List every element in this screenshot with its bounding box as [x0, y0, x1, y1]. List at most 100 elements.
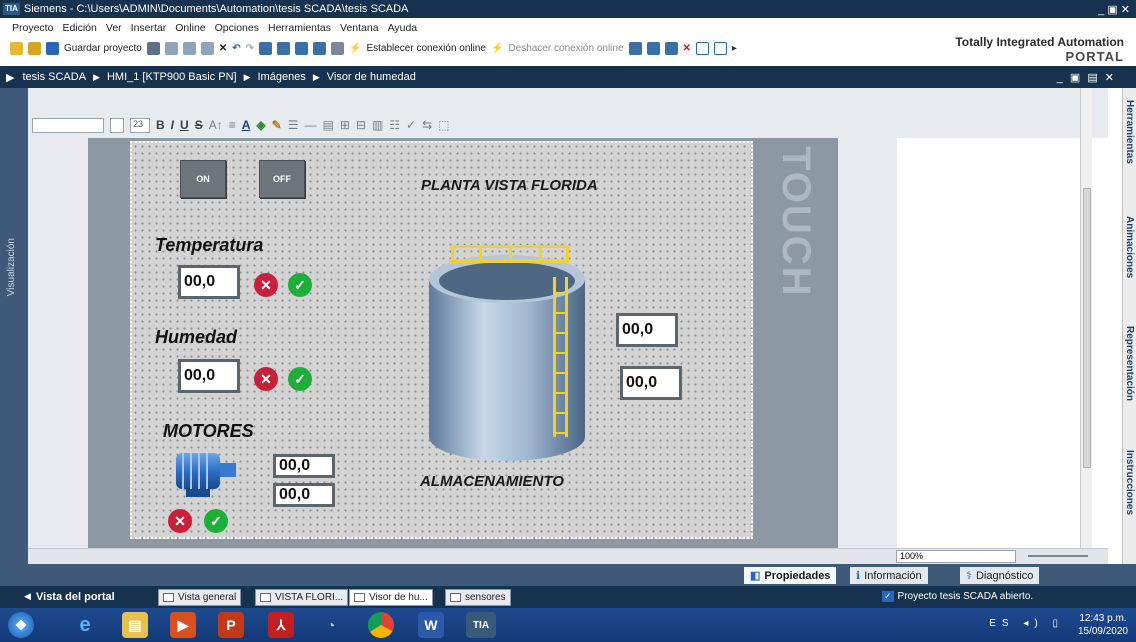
menu-online[interactable]: Online — [175, 22, 205, 34]
menu-edicion[interactable]: Edición — [62, 22, 96, 34]
powerpoint-icon[interactable]: P — [218, 612, 244, 638]
line-color-icon[interactable]: ✎ — [272, 118, 282, 132]
download-icon[interactable] — [277, 42, 290, 55]
tab-animaciones[interactable]: Animaciones — [1124, 216, 1135, 278]
back-arrow-icon[interactable]: ◀ — [24, 591, 31, 602]
editor-tab-vista-florida[interactable]: VISTA FLORI... — [255, 589, 349, 606]
menu-ver[interactable]: Ver — [106, 22, 122, 34]
italic-button[interactable]: I — [171, 118, 174, 132]
distribute-icon[interactable]: ⊟ — [356, 118, 366, 132]
arrange-icon[interactable]: ▤ — [322, 118, 333, 132]
temperatura-io-field[interactable]: 00,0 — [178, 265, 240, 299]
motor-io-field-1[interactable]: 00,0 — [273, 454, 335, 478]
tank-io-field-2[interactable]: 00,0 — [620, 366, 682, 400]
volume-icon[interactable]: ◂) — [1023, 618, 1043, 629]
connect-online-button[interactable]: Establecer conexión online — [366, 43, 486, 54]
menu-ventana[interactable]: Ventana — [340, 22, 379, 34]
portal-view-link[interactable]: Vista del portal — [36, 591, 115, 603]
bold-button[interactable]: B — [156, 118, 165, 132]
on-button[interactable]: ON — [180, 160, 226, 198]
off-button[interactable]: OFF — [259, 160, 305, 198]
format-painter-icon[interactable]: ✓ — [406, 118, 416, 132]
fill-color-icon[interactable]: ◈ — [256, 118, 265, 132]
group-icon[interactable]: ▥ — [372, 118, 383, 132]
tia-portal-taskbar-icon[interactable]: TIA — [466, 612, 496, 638]
line-width-icon[interactable]: — — [304, 118, 316, 132]
breadcrumb-folder[interactable]: Imágenes — [258, 71, 306, 83]
media-player-icon[interactable]: ▶ — [170, 612, 196, 638]
cross-reference-icon[interactable] — [646, 42, 660, 55]
breadcrumb-expand-icon[interactable]: ▶ — [6, 71, 14, 84]
save-icon[interactable] — [46, 42, 59, 55]
tab-herramientas[interactable]: Herramientas — [1124, 100, 1135, 164]
disconnect-online-icon[interactable]: ⚡ — [491, 43, 503, 54]
disconnect-online-button[interactable]: Deshacer conexión online — [508, 43, 623, 54]
layer-icon[interactable]: ☷ — [389, 118, 400, 132]
new-project-icon[interactable] — [10, 42, 23, 55]
hmi-screen-canvas[interactable]: ON OFF PLANTA VISTA FLORIDA Temperatura … — [130, 141, 753, 539]
breadcrumb-device[interactable]: HMI_1 [KTP900 Basic PN] — [107, 71, 237, 83]
print-icon[interactable] — [146, 42, 160, 55]
system-tray[interactable]: ES ◂) ▯ — [989, 618, 1064, 629]
simulate-icon[interactable] — [313, 42, 326, 55]
clock[interactable]: 12:43 p.m. 15/09/2020 — [1078, 612, 1128, 638]
menu-opciones[interactable]: Opciones — [215, 22, 259, 34]
word-icon[interactable]: W — [418, 612, 444, 638]
tab-propiedades[interactable]: ◧ Propiedades — [744, 567, 837, 584]
close-editor-icon[interactable]: ✕ — [683, 43, 691, 54]
accessible-devices-icon[interactable] — [628, 42, 642, 55]
undo-icon[interactable]: ↶ — [232, 43, 240, 54]
upload-icon[interactable] — [295, 42, 308, 55]
align-objects-icon[interactable]: ⊞ — [340, 118, 350, 132]
breadcrumb-project[interactable]: tesis SCADA — [22, 71, 86, 83]
window-controls[interactable]: _ ▣ ✕ — [1098, 3, 1136, 16]
internet-explorer-icon[interactable]: e — [72, 612, 98, 638]
font-family-select[interactable] — [32, 117, 104, 133]
paste-icon[interactable] — [200, 42, 214, 55]
humedad-io-field[interactable]: 00,0 — [178, 359, 240, 393]
more-tools-icon[interactable]: ▸ — [732, 43, 737, 54]
zoom-select[interactable]: 100% — [896, 550, 1016, 563]
underline-button[interactable]: U — [180, 118, 189, 132]
chrome-icon[interactable] — [368, 612, 394, 638]
motor-io-field-2[interactable]: 00,0 — [273, 483, 335, 507]
delete-icon[interactable]: ✕ — [219, 43, 227, 54]
split-editor-icon[interactable] — [664, 42, 678, 55]
network-icon[interactable]: ▯ — [1052, 618, 1064, 629]
tab-instrucciones[interactable]: Instrucciones — [1124, 450, 1135, 515]
vertical-split-icon[interactable] — [713, 42, 727, 55]
menu-proyecto[interactable]: Proyecto — [12, 22, 53, 34]
font-color-icon[interactable]: A — [242, 118, 251, 132]
tank-io-field-1[interactable]: 00,0 — [616, 313, 678, 347]
menu-insertar[interactable]: Insertar — [131, 22, 167, 34]
open-project-icon[interactable] — [28, 42, 41, 55]
tab-informacion[interactable]: ℹ Información — [850, 567, 928, 584]
editor-tab-visor-humedad[interactable]: Visor de hu... — [349, 589, 433, 606]
redo-icon[interactable]: ↷ — [246, 43, 254, 54]
tab-diagnostico[interactable]: ⚕ Diagnóstico — [960, 567, 1040, 584]
horizontal-split-icon[interactable] — [695, 42, 709, 55]
font-size-select[interactable]: 23 — [130, 117, 150, 133]
menu-herramientas[interactable]: Herramientas — [268, 22, 331, 34]
runtime-icon[interactable] — [331, 42, 344, 55]
strikethrough-button[interactable]: S — [195, 118, 203, 132]
superscript-icon[interactable]: A↑ — [209, 118, 223, 132]
copy-icon[interactable] — [182, 42, 196, 55]
connect-online-icon[interactable]: ⚡ — [349, 43, 361, 54]
editor-window-controls[interactable]: _ ▣ ▤ ✕ — [1057, 71, 1136, 84]
line-style-icon[interactable]: ☰ — [288, 118, 299, 132]
acrobat-icon[interactable]: ⅄ — [268, 612, 294, 638]
visualizacion-panel-tab[interactable]: Visualización — [0, 88, 28, 586]
zoom-select-icon[interactable]: ⬚ — [438, 118, 449, 132]
scrollbar-thumb[interactable] — [1083, 188, 1091, 468]
editor-tab-vista-general[interactable]: Vista general — [158, 589, 242, 606]
zoom-slider[interactable] — [1028, 555, 1088, 557]
save-project-button[interactable]: Guardar proyecto — [64, 43, 142, 54]
breadcrumb-screen[interactable]: Visor de humedad — [327, 71, 416, 83]
network-app-icon[interactable]: ◔ — [318, 612, 344, 638]
file-explorer-icon[interactable]: ▤ — [122, 612, 148, 638]
snap-icon[interactable]: ⇆ — [422, 118, 432, 132]
start-button-icon[interactable]: ❖ — [8, 612, 34, 638]
align-icon[interactable]: ≡ — [229, 118, 236, 132]
compile-icon[interactable] — [259, 42, 272, 55]
